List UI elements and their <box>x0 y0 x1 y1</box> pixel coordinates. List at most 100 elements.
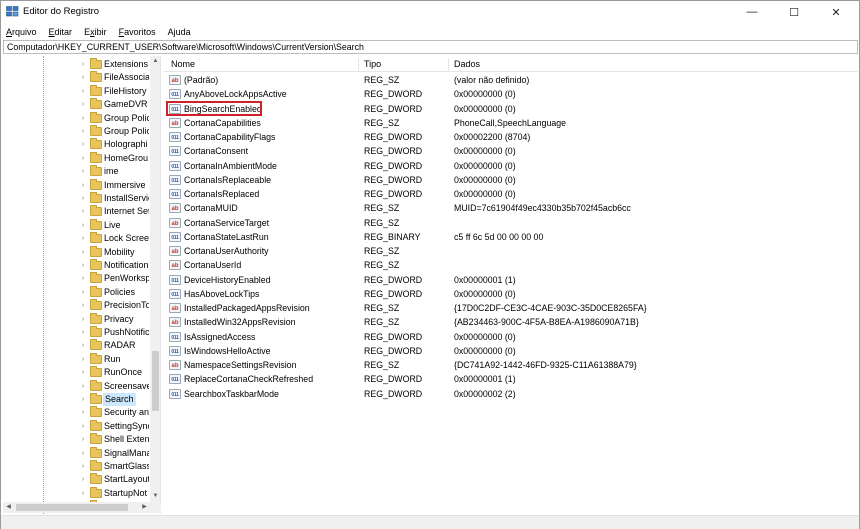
maximize-button[interactable]: ☐ <box>773 1 815 23</box>
tree-item[interactable]: › FileHistory <box>3 84 149 98</box>
menu-item-arquivo[interactable]: Arquivo <box>6 27 37 37</box>
tree-item[interactable]: › Privacy <box>3 312 149 326</box>
value-row[interactable]: 011 CortanaIsReplaceable REG_DWORD 0x000000… <box>164 173 858 187</box>
values-list-pane[interactable]: Nome Tipo Dados ab (Padrão) REG_SZ (valor n… <box>164 56 858 514</box>
tree-item[interactable]: › HomeGrou <box>3 151 149 165</box>
close-button[interactable]: ✕ <box>815 1 857 23</box>
tree-item[interactable]: › SignalMana <box>3 446 149 460</box>
value-row[interactable]: 011 CortanaStateLastRun REG_BINARY c5 ff 6c… <box>164 230 858 244</box>
expand-chevron-icon[interactable]: › <box>79 194 87 203</box>
expand-chevron-icon[interactable]: › <box>79 234 87 243</box>
expand-chevron-icon[interactable]: › <box>79 368 87 377</box>
value-row[interactable]: ab InstalledWin32AppsRevision REG_SZ {AB234… <box>164 315 858 329</box>
tree-item[interactable]: › Internet Set <box>3 205 149 218</box>
expand-chevron-icon[interactable]: › <box>79 114 87 123</box>
expand-chevron-icon[interactable]: › <box>79 341 87 350</box>
expand-chevron-icon[interactable]: › <box>79 462 87 471</box>
tree-item[interactable]: › Immersive <box>3 178 149 192</box>
column-header-name[interactable]: Nome <box>164 58 359 71</box>
tree-item[interactable]: › Group Polic <box>3 111 149 125</box>
value-row[interactable]: 011 BingSearchEnabled REG_DWORD 0x00000000 … <box>164 100 858 116</box>
minimize-button[interactable]: — <box>731 1 773 23</box>
value-row[interactable]: 011 CortanaCapabilityFlags REG_DWORD 0x0000… <box>164 130 858 144</box>
scroll-up-arrow-icon[interactable]: ▲ <box>150 56 160 67</box>
tree-item[interactable]: › Policies <box>3 285 149 299</box>
expand-chevron-icon[interactable]: › <box>79 328 87 337</box>
menu-item-editar[interactable]: Editar <box>49 27 73 37</box>
value-row[interactable]: 011 CortanaInAmbientMode REG_DWORD 0x000000… <box>164 159 858 173</box>
expand-chevron-icon[interactable]: › <box>79 221 87 230</box>
value-row[interactable]: ab CortanaServiceTarget REG_SZ <box>164 216 858 230</box>
expand-chevron-icon[interactable]: › <box>79 301 87 310</box>
tree-item[interactable]: › FileAssocia <box>3 71 149 84</box>
address-bar[interactable]: Computador\HKEY_CURRENT_USER\Software\Mi… <box>3 40 858 54</box>
expand-chevron-icon[interactable]: › <box>79 288 87 297</box>
expand-chevron-icon[interactable]: › <box>79 73 87 82</box>
expand-chevron-icon[interactable]: › <box>79 60 87 69</box>
expand-chevron-icon[interactable]: › <box>79 382 87 391</box>
expand-chevron-icon[interactable]: › <box>79 154 87 163</box>
expand-chevron-icon[interactable]: › <box>79 127 87 136</box>
value-row[interactable]: 011 IsAssignedAccess REG_DWORD 0x00000000 (… <box>164 330 858 344</box>
expand-chevron-icon[interactable]: › <box>79 449 87 458</box>
expand-chevron-icon[interactable]: › <box>79 87 87 96</box>
scroll-thumb-horizontal[interactable] <box>16 504 128 511</box>
value-row[interactable]: 011 SearchboxTaskbarMode REG_DWORD 0x000000… <box>164 387 858 401</box>
tree-item[interactable]: › RunOnce <box>3 366 149 379</box>
expand-chevron-icon[interactable]: › <box>79 207 87 216</box>
tree-item[interactable]: › Lock Screen <box>3 232 149 245</box>
tree-item[interactable]: › Live <box>3 218 149 232</box>
tree-item[interactable]: › Group Polic <box>3 125 149 138</box>
tree-item[interactable]: › ime <box>3 165 149 178</box>
tree-item[interactable]: › PenWorksp <box>3 272 149 285</box>
expand-chevron-icon[interactable]: › <box>79 355 87 364</box>
tree-horizontal-scrollbar[interactable]: ◀ ▶ <box>3 502 161 513</box>
value-row[interactable]: ab (Padrão) REG_SZ (valor não definido) <box>164 73 858 87</box>
tree-item[interactable]: › Extensions <box>3 58 149 71</box>
tree-item[interactable]: › PushNotific <box>3 326 149 339</box>
scroll-left-arrow-icon[interactable]: ◀ <box>3 502 14 513</box>
tree-item[interactable]: › SmartGlass <box>3 460 149 473</box>
value-row[interactable]: ab CortanaMUID REG_SZ MUID=7c61904f49ec4330… <box>164 201 858 215</box>
expand-chevron-icon[interactable]: › <box>79 167 87 176</box>
tree-item[interactable]: › SettingSync <box>3 419 149 433</box>
value-row[interactable]: 011 AnyAboveLockAppsActive REG_DWORD 0x0000… <box>164 87 858 101</box>
value-row[interactable]: 011 CortanaConsent REG_DWORD 0x00000000 (0) <box>164 144 858 158</box>
expand-chevron-icon[interactable]: › <box>79 475 87 484</box>
tree-item[interactable]: › Notification <box>3 259 149 272</box>
expand-chevron-icon[interactable]: › <box>79 274 87 283</box>
value-row[interactable]: ab CortanaCapabilities REG_SZ PhoneCall,Spe… <box>164 116 858 130</box>
value-row[interactable]: 011 DeviceHistoryEnabled REG_DWORD 0x000000… <box>164 273 858 287</box>
tree-vertical-scrollbar[interactable]: ▲ ▼ <box>150 56 160 502</box>
value-row[interactable]: ab CortanaUserAuthority REG_SZ <box>164 244 858 258</box>
tree-item[interactable]: › Shell Exten <box>3 433 149 446</box>
tree-item[interactable]: › Mobility <box>3 245 149 259</box>
expand-chevron-icon[interactable]: › <box>79 140 87 149</box>
scroll-thumb[interactable] <box>152 351 159 411</box>
tree-item[interactable]: › StartLayout <box>3 473 149 486</box>
tree-item[interactable]: › Holographi <box>3 138 149 151</box>
key-tree-pane[interactable]: › Extensions › FileAssocia › FileHistory › Game… <box>3 56 161 514</box>
value-row[interactable]: 011 HasAboveLockTips REG_DWORD 0x00000000 (… <box>164 287 858 301</box>
expand-chevron-icon[interactable]: › <box>79 100 87 109</box>
column-header-data[interactable]: Dados <box>449 58 749 71</box>
tree-item[interactable]: › RADAR <box>3 339 149 352</box>
tree-item[interactable]: › PrecisionTo <box>3 299 149 312</box>
tree-item[interactable]: › InstallServic <box>3 192 149 205</box>
value-row[interactable]: ab NamespaceSettingsRevision REG_SZ {DC741A… <box>164 358 858 372</box>
expand-chevron-icon[interactable]: › <box>79 435 87 444</box>
expand-chevron-icon[interactable]: › <box>79 408 87 417</box>
scroll-right-arrow-icon[interactable]: ▶ <box>139 502 150 513</box>
title-bar[interactable]: Editor do Registro — ☐ ✕ <box>1 1 859 23</box>
value-row[interactable]: 011 ReplaceCortanaCheckRefreshed REG_DWORD… <box>164 372 858 386</box>
menu-item-ajuda[interactable]: Ajuda <box>168 27 191 37</box>
expand-chevron-icon[interactable]: › <box>79 395 87 404</box>
tree-item[interactable]: › StartupNot <box>3 486 149 500</box>
tree-item[interactable]: › Screensave <box>3 379 149 393</box>
tree-item[interactable]: › GameDVR <box>3 98 149 111</box>
expand-chevron-icon[interactable]: › <box>79 261 87 270</box>
expand-chevron-icon[interactable]: › <box>79 248 87 257</box>
tree-item[interactable]: › Security an <box>3 406 149 419</box>
expand-chevron-icon[interactable]: › <box>79 315 87 324</box>
menu-item-exibir[interactable]: Exibir <box>84 27 107 37</box>
